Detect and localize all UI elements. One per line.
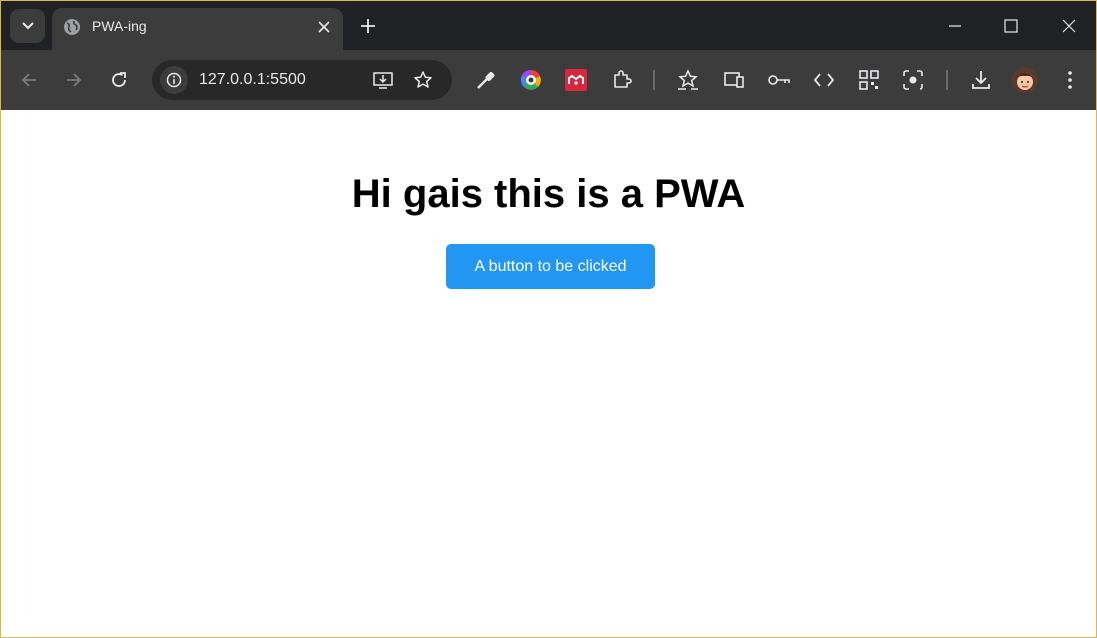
plus-icon	[361, 19, 375, 33]
menu-icon	[1068, 71, 1072, 89]
download-icon	[972, 71, 990, 89]
reload-button[interactable]	[106, 67, 132, 93]
click-me-button[interactable]: A button to be clicked	[446, 244, 655, 289]
bookmark-button[interactable]	[411, 68, 435, 92]
passwords-button[interactable]	[766, 67, 792, 93]
profile-button[interactable]	[1012, 67, 1038, 93]
address-bar[interactable]: 127.0.0.1:5500	[152, 60, 452, 100]
maximize-button[interactable]	[997, 12, 1025, 40]
page-title: Hi gais this is a PWA	[351, 172, 746, 216]
browser-toolbar: 127.0.0.1:5500	[1, 50, 1096, 110]
tab-search-button[interactable]	[10, 9, 45, 43]
eyedropper-icon	[477, 72, 495, 89]
tab-search-icon	[21, 22, 34, 30]
forward-icon	[67, 73, 82, 87]
forward-button[interactable]	[61, 67, 87, 93]
tab-strip: PWA-ing	[1, 1, 1096, 50]
extensions-icon	[614, 70, 632, 88]
downloads-button[interactable]	[968, 67, 994, 93]
tab-close-button[interactable]	[314, 17, 334, 37]
device-toolbar-button[interactable]	[721, 67, 747, 93]
minimize-button[interactable]	[941, 12, 969, 40]
mendeley-icon	[565, 69, 587, 91]
url-text[interactable]: 127.0.0.1:5500	[199, 71, 306, 89]
window-close-button[interactable]	[1055, 12, 1083, 40]
install-app-button[interactable]	[371, 68, 395, 92]
devtools-button[interactable]	[811, 67, 837, 93]
extensions-button[interactable]	[609, 67, 635, 93]
bookmark-star-icon	[414, 71, 432, 88]
site-info-button[interactable]	[160, 66, 188, 94]
browser-menu-button[interactable]	[1057, 67, 1083, 93]
toolbar-divider	[653, 70, 655, 90]
window-close-icon	[1062, 19, 1076, 33]
tab-active[interactable]: PWA-ing	[52, 8, 343, 50]
browser-window: PWA-ing 127.0.0.1:5500 Hi gais this is a…	[0, 0, 1097, 638]
info-icon	[166, 72, 182, 88]
lens-button[interactable]	[900, 67, 926, 93]
qr-code-button[interactable]	[856, 67, 882, 93]
reading-list-icon	[678, 69, 698, 90]
minimize-icon	[949, 25, 961, 27]
back-button[interactable]	[16, 67, 42, 93]
new-tab-button[interactable]	[356, 14, 380, 38]
reading-list-button[interactable]	[675, 67, 701, 93]
tab-title: PWA-ing	[92, 18, 147, 34]
maximize-icon	[1004, 19, 1018, 33]
color-extension[interactable]	[518, 67, 544, 93]
devtools-icon	[813, 73, 835, 87]
reload-icon	[112, 72, 126, 87]
password-key-icon	[768, 75, 790, 85]
color-wheel-icon	[520, 69, 541, 90]
eyedropper-extension[interactable]	[473, 67, 499, 93]
close-icon	[318, 21, 330, 33]
qr-code-icon	[859, 70, 879, 90]
page-viewport: Hi gais this is a PWA A button to be cli…	[1, 110, 1096, 637]
device-icon	[724, 72, 744, 88]
avatar	[1012, 67, 1038, 93]
toolbar-divider-2	[946, 70, 948, 90]
globe-icon	[64, 19, 80, 35]
back-icon	[21, 73, 36, 87]
lens-icon	[903, 70, 923, 90]
mendeley-extension[interactable]	[563, 67, 589, 93]
install-icon	[373, 72, 393, 89]
